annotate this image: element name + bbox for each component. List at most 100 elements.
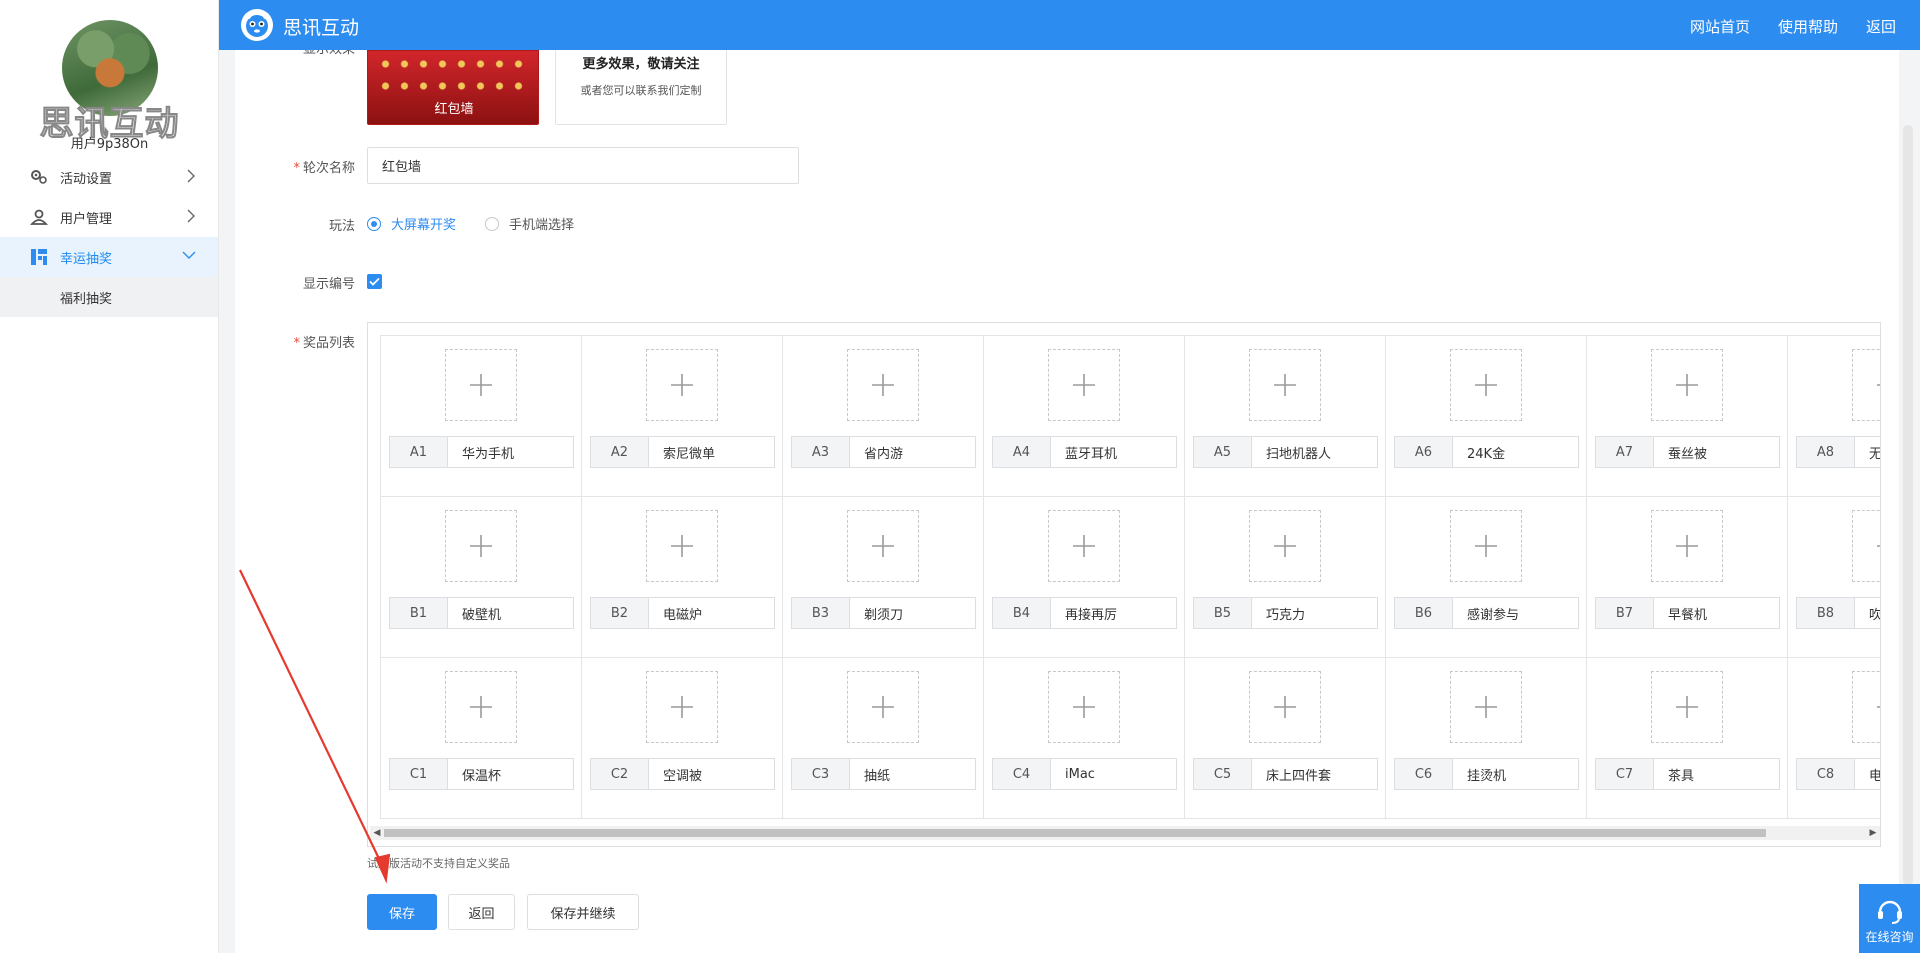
prize-code: B7: [1595, 597, 1653, 629]
sidebar-item-lucky-draw[interactable]: 幸运抽奖: [0, 237, 218, 277]
prize-name-input[interactable]: 挂烫机: [1452, 758, 1579, 790]
prize-name-input[interactable]: 破壁机: [447, 597, 574, 629]
red-envelope-grid: [376, 53, 528, 99]
logo-icon: [240, 8, 274, 42]
upload-plus-icon[interactable]: [1651, 510, 1723, 582]
prize-name-input[interactable]: 索尼微单: [648, 436, 775, 468]
upload-plus-icon[interactable]: [1450, 510, 1522, 582]
radio-mobile[interactable]: [485, 216, 500, 231]
save-continue-button[interactable]: 保存并继续: [527, 894, 639, 930]
prize-code: A4: [992, 436, 1050, 468]
prize-name-input[interactable]: 电磁炉: [648, 597, 775, 629]
prize-cell: A6 24K金: [1386, 336, 1587, 497]
link-help[interactable]: 使用帮助: [1778, 16, 1838, 37]
show-number-label: 显示编号: [302, 277, 355, 292]
horizontal-scrollbar[interactable]: ◀ ▶: [370, 826, 1880, 840]
prize-cell: A1 华为手机: [381, 336, 582, 497]
upload-plus-icon[interactable]: [445, 349, 517, 421]
prize-cell: A4 蓝牙耳机: [984, 336, 1185, 497]
prize-code: C3: [791, 758, 849, 790]
effect-card-red-wall[interactable]: 红包墙: [367, 50, 539, 125]
sidebar-item-label: 活动设置: [60, 171, 113, 187]
radio-label-big-screen[interactable]: 大屏幕开奖: [391, 214, 456, 233]
upload-plus-icon[interactable]: [1048, 510, 1120, 582]
prize-code: C7: [1595, 758, 1653, 790]
upload-plus-icon[interactable]: [1852, 510, 1880, 582]
prize-name-input[interactable]: 扫地机器人: [1251, 436, 1378, 468]
upload-plus-icon[interactable]: [1852, 671, 1880, 743]
save-button[interactable]: 保存: [367, 894, 437, 930]
upload-plus-icon[interactable]: [847, 510, 919, 582]
sidebar: 思讯互动 用户9p38On 活动设置 用户管理 幸运抽奖 福利抽奖: [0, 0, 219, 953]
header-title: 思讯互动: [283, 17, 360, 39]
prize-name-input[interactable]: 床上四件套: [1251, 758, 1378, 790]
trial-hint: 试用版活动不支持自定义奖品: [367, 857, 510, 870]
prize-name-input[interactable]: 保温杯: [447, 758, 574, 790]
upload-plus-icon[interactable]: [646, 671, 718, 743]
upload-plus-icon[interactable]: [1249, 349, 1321, 421]
prize-name-input[interactable]: 吹: [1854, 597, 1880, 629]
prize-name-input[interactable]: iMac: [1050, 758, 1177, 790]
prize-code: A5: [1193, 436, 1251, 468]
scroll-right-icon[interactable]: ▶: [1866, 826, 1880, 840]
scroll-left-icon[interactable]: ◀: [370, 826, 384, 840]
page-scrollbar[interactable]: [1903, 125, 1913, 885]
link-back[interactable]: 返回: [1866, 16, 1896, 37]
radio-label-mobile[interactable]: 手机端选择: [509, 214, 574, 233]
prize-code: B5: [1193, 597, 1251, 629]
upload-plus-icon[interactable]: [1852, 349, 1880, 421]
prize-name-input[interactable]: 华为手机: [447, 436, 574, 468]
upload-plus-icon[interactable]: [646, 349, 718, 421]
prize-cell: C1 保温杯: [381, 658, 582, 819]
main-panel: *显示效果 红包墙 更多效果，敬请关注 或者您可以联系我们定制 *轮次名称 红包…: [235, 50, 1899, 953]
sidebar-subitem-welfare-draw[interactable]: 福利抽奖: [0, 277, 218, 317]
prize-name-input[interactable]: 无: [1854, 436, 1880, 468]
prize-name-input[interactable]: 感谢参与: [1452, 597, 1579, 629]
prize-name-input[interactable]: 抽纸: [849, 758, 976, 790]
scrollbar-thumb[interactable]: [384, 829, 1766, 837]
check-icon: [369, 277, 380, 286]
link-home[interactable]: 网站首页: [1690, 16, 1750, 37]
prize-name-input[interactable]: 巧克力: [1251, 597, 1378, 629]
upload-plus-icon[interactable]: [445, 671, 517, 743]
upload-plus-icon[interactable]: [847, 349, 919, 421]
prize-cell: B8 吹: [1788, 497, 1880, 658]
upload-plus-icon[interactable]: [646, 510, 718, 582]
upload-plus-icon[interactable]: [1450, 349, 1522, 421]
prize-name-input[interactable]: 空调被: [648, 758, 775, 790]
sidebar-item-user-management[interactable]: 用户管理: [0, 197, 218, 237]
upload-plus-icon[interactable]: [1048, 671, 1120, 743]
prize-name-input[interactable]: 早餐机: [1653, 597, 1780, 629]
prize-name-input[interactable]: 茶具: [1653, 758, 1780, 790]
radio-big-screen[interactable]: [367, 216, 381, 231]
prize-name-input[interactable]: 省内游: [849, 436, 976, 468]
online-consult-label: 在线咨询: [1865, 930, 1914, 944]
upload-plus-icon[interactable]: [1651, 671, 1723, 743]
upload-plus-icon[interactable]: [1450, 671, 1522, 743]
prize-list-container: A1 华为手机 A2 索尼微单 A3 省内游 A4 蓝牙耳机 A5 扫地机器人 A6 24K金 A7 蚕丝…: [367, 322, 1881, 847]
prize-name-input[interactable]: 电: [1854, 758, 1880, 790]
upload-plus-icon[interactable]: [1651, 349, 1723, 421]
sidebar-item-activity-settings[interactable]: 活动设置: [0, 157, 218, 197]
prize-name-input[interactable]: 再接再厉: [1050, 597, 1177, 629]
prize-code: A1: [389, 436, 447, 468]
upload-plus-icon[interactable]: [445, 510, 517, 582]
prize-list-label: * 奖品列表: [293, 336, 355, 351]
more-effects-sub: 或者您可以联系我们定制: [580, 84, 702, 97]
upload-plus-icon[interactable]: [1249, 671, 1321, 743]
user-icon: [30, 208, 48, 226]
prize-name-input[interactable]: 24K金: [1452, 436, 1579, 468]
chevron-down-icon: [182, 249, 196, 264]
online-consult-button[interactable]: 在线咨询: [1859, 884, 1920, 953]
upload-plus-icon[interactable]: [1249, 510, 1321, 582]
round-name-input[interactable]: 红包墙: [367, 147, 799, 184]
prize-name-input[interactable]: 蚕丝被: [1653, 436, 1780, 468]
upload-plus-icon[interactable]: [1048, 349, 1120, 421]
play-mode-radio-group: 大屏幕开奖 手机端选择: [367, 214, 603, 233]
back-button[interactable]: 返回: [448, 894, 515, 930]
upload-plus-icon[interactable]: [847, 671, 919, 743]
chevron-right-icon: [186, 169, 196, 187]
prize-name-input[interactable]: 蓝牙耳机: [1050, 436, 1177, 468]
prize-name-input[interactable]: 剃须刀: [849, 597, 976, 629]
show-number-checkbox[interactable]: [367, 274, 382, 289]
